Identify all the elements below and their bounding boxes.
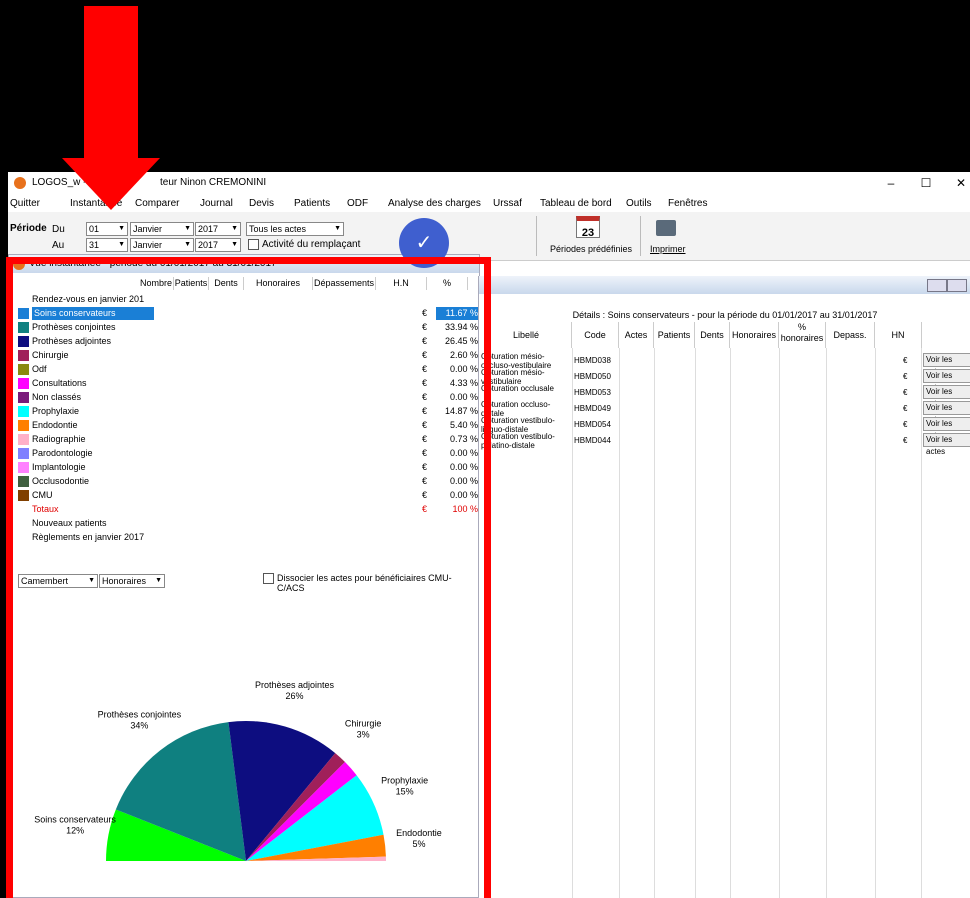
chevron-down-icon: ▼	[231, 225, 238, 232]
du-day-select[interactable]: 01 ▼	[86, 222, 128, 236]
voir-actes-button[interactable]: Voir les actes	[923, 401, 970, 424]
col-depass[interactable]: Depass.	[826, 322, 875, 348]
grid-line	[654, 348, 655, 898]
au-year-value: 2017	[198, 240, 219, 250]
au-day-value: 31	[89, 240, 100, 250]
detail-row-code: HBMD053	[574, 388, 611, 397]
detail-row-code: HBMD050	[574, 372, 611, 381]
detail-row-label: Obturation occlusale	[481, 384, 554, 393]
au-month-select[interactable]: Janvier ▼	[130, 238, 194, 252]
chevron-down-icon: ▼	[118, 241, 125, 248]
chevron-down-icon: ▼	[118, 225, 125, 232]
voir-actes-button[interactable]: Voir les actes	[923, 433, 970, 456]
grid-line	[875, 348, 876, 898]
detail-row-code: HBMD049	[574, 404, 611, 413]
voir-actes-button[interactable]: Voir les actes	[923, 353, 970, 376]
details-panel: Détails : Soins conservateurs - pour la …	[478, 276, 970, 898]
calendar-icon[interactable]: 23	[576, 216, 600, 239]
col-code[interactable]: Code	[572, 322, 619, 348]
menu-tableau-de-bord[interactable]: Tableau de bord	[540, 198, 612, 209]
detail-row-code: HBMD054	[574, 420, 611, 429]
detail-row-code: HBMD038	[574, 356, 611, 365]
detail-row-currency: €	[903, 356, 908, 365]
grid-line	[695, 348, 696, 898]
menu-patients[interactable]: Patients	[294, 198, 330, 209]
menu-odf[interactable]: ODF	[347, 198, 368, 209]
chevron-down-icon: ▼	[231, 241, 238, 248]
grid-line	[921, 348, 922, 898]
window-title-suffix: teur Ninon CREMONINI	[160, 177, 267, 188]
grid-line	[619, 348, 620, 898]
detail-row-currency: €	[903, 420, 908, 429]
remplacant-label: Activité du remplaçant	[262, 239, 361, 250]
col-patients-r[interactable]: Patients	[654, 322, 695, 348]
du-month-value: Janvier	[133, 224, 163, 234]
actes-select[interactable]: Tous les actes ▼	[246, 222, 344, 236]
highlight-box	[6, 257, 491, 898]
menu-quitter[interactable]: Quitter	[10, 198, 40, 209]
col-honoraires-r[interactable]: Honoraires	[730, 322, 779, 348]
maximize-button[interactable]: ☐	[913, 175, 939, 191]
chevron-down-icon: ▼	[184, 241, 191, 248]
details-header	[479, 276, 970, 294]
voir-actes-button[interactable]: Voir les actes	[923, 385, 970, 408]
col-hn-r[interactable]: HN	[875, 322, 922, 348]
detail-row-currency: €	[903, 436, 908, 445]
col-pct-honoraires[interactable]: % honoraires	[779, 322, 826, 348]
du-year-value: 2017	[198, 224, 219, 234]
du-month-select[interactable]: Janvier ▼	[130, 222, 194, 236]
col-libelle[interactable]: Libellé	[481, 322, 572, 348]
app-logo-icon	[14, 177, 26, 189]
menu-analyse-charges[interactable]: Analyse des charges	[388, 198, 481, 209]
du-label: Du	[52, 224, 65, 235]
grid-line	[730, 348, 731, 898]
chevron-down-icon: ▼	[184, 225, 191, 232]
menu-journal[interactable]: Journal	[200, 198, 233, 209]
toolbar-separator	[536, 216, 537, 256]
grid-line	[779, 348, 780, 898]
du-day-value: 01	[89, 224, 100, 234]
printer-icon[interactable]	[656, 220, 676, 236]
col-actes[interactable]: Actes	[619, 322, 654, 348]
detail-row-currency: €	[903, 372, 908, 381]
grid-line	[572, 348, 573, 898]
au-label: Au	[52, 240, 65, 251]
au-day-select[interactable]: 31 ▼	[86, 238, 128, 252]
du-year-select[interactable]: 2017 ▼	[195, 222, 241, 236]
maximize-icon[interactable]	[947, 279, 967, 292]
close-button[interactable]: ✕	[948, 175, 970, 191]
periodes-predefinies-button[interactable]: Périodes prédéfinies	[550, 244, 632, 254]
details-title: Détails : Soins conservateurs - pour la …	[572, 310, 878, 320]
voir-actes-button[interactable]: Voir les actes	[923, 417, 970, 440]
col-dents-r[interactable]: Dents	[695, 322, 730, 348]
grid-line	[826, 348, 827, 898]
detail-row-currency: €	[903, 388, 908, 397]
toolbar-separator	[640, 216, 641, 256]
detail-row-currency: €	[903, 404, 908, 413]
minimize-button[interactable]: –	[878, 175, 904, 191]
menu-fenetres[interactable]: Fenêtres	[668, 198, 707, 209]
red-arrow-shaft	[84, 6, 138, 158]
actes-value: Tous les actes	[249, 224, 307, 234]
periode-label: Période	[10, 223, 47, 234]
au-year-select[interactable]: 2017 ▼	[195, 238, 241, 252]
menu-urssaf[interactable]: Urssaf	[493, 198, 522, 209]
menu-outils[interactable]: Outils	[626, 198, 652, 209]
chevron-down-icon: ▼	[334, 225, 341, 232]
detail-row-code: HBMD044	[574, 436, 611, 445]
voir-actes-button[interactable]: Voir les actes	[923, 369, 970, 392]
remplacant-checkbox[interactable]	[248, 239, 259, 250]
menu-devis[interactable]: Devis	[249, 198, 274, 209]
restore-icon[interactable]	[927, 279, 947, 292]
detail-row-label: Obturation vestibulo-palatino-distale	[481, 432, 555, 450]
au-month-value: Janvier	[133, 240, 163, 250]
red-arrow-head	[62, 158, 160, 210]
imprimer-button[interactable]: Imprimer	[650, 244, 686, 254]
